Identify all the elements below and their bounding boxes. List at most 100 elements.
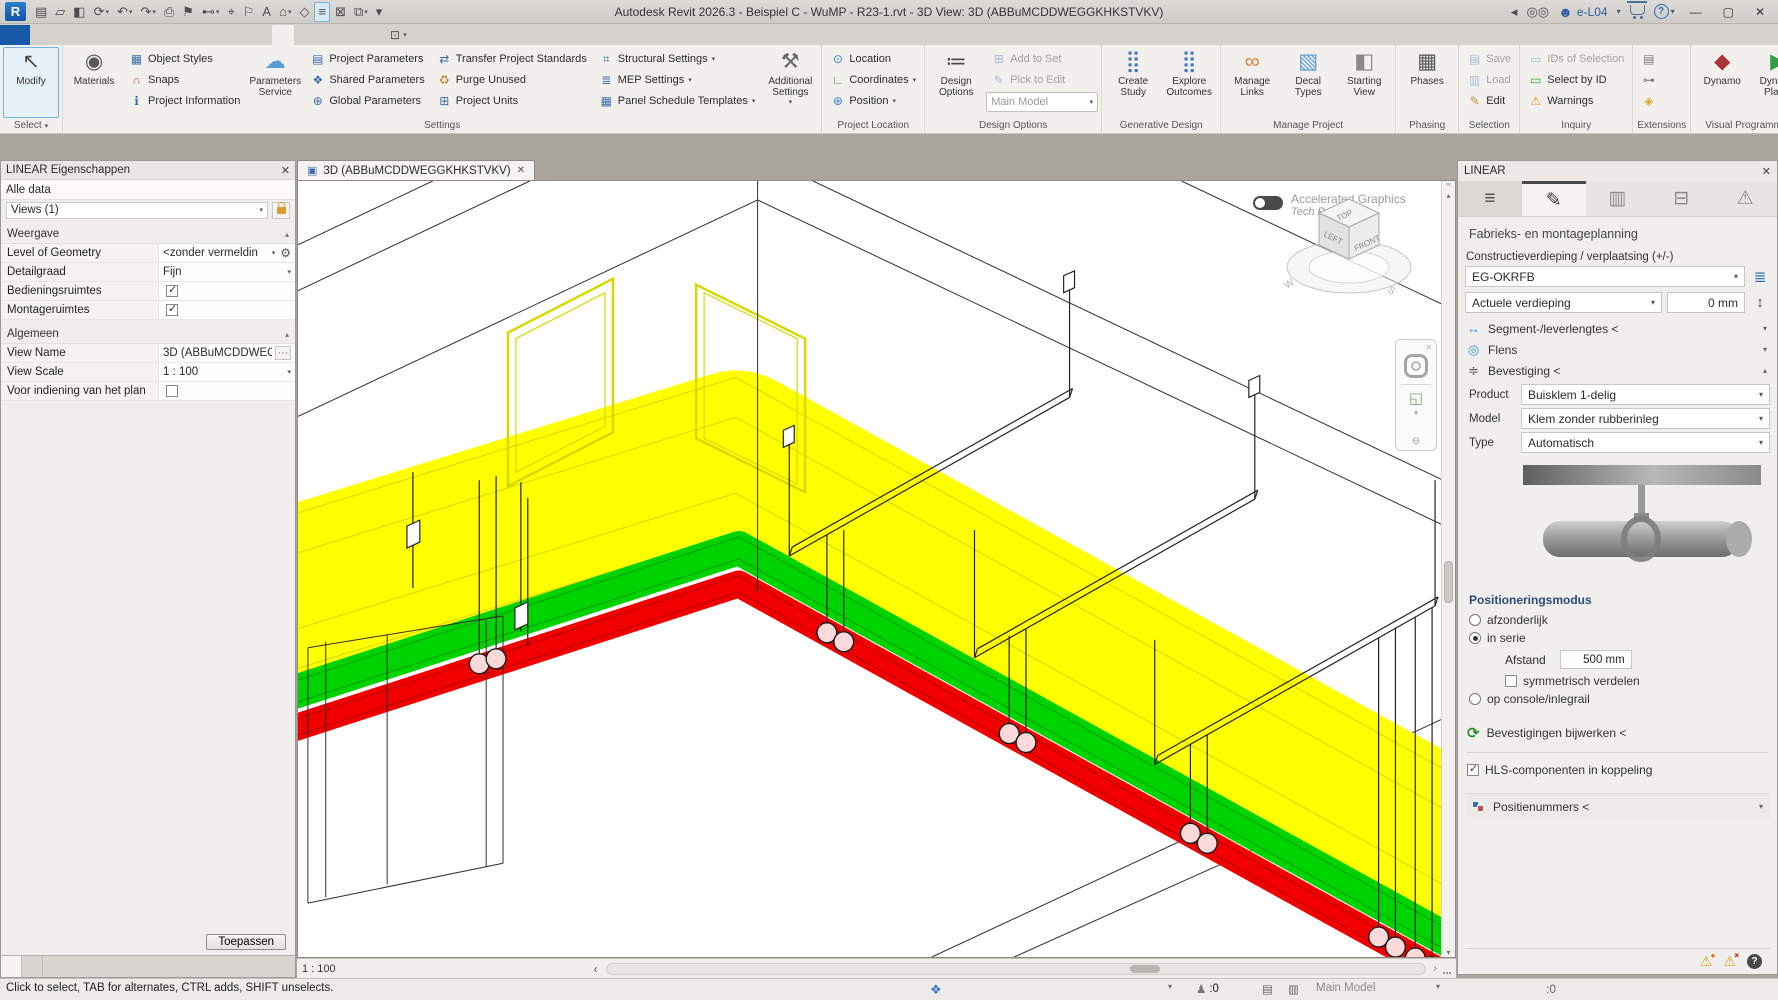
worksets-dropdown-icon[interactable]: ▾ xyxy=(1168,982,1172,991)
steering-wheel-icon[interactable] xyxy=(1404,354,1428,378)
document-tab[interactable]: ▣ 3D (ABBuMCDDWEGGKHKSTVKV) ✕ xyxy=(297,160,535,180)
ribbon-button-snaps[interactable]: ∩ Snaps xyxy=(124,70,245,90)
vertical-scrollbar[interactable]: ≡ ▴ ▾ xyxy=(1441,181,1455,957)
ribbon-button-object-styles[interactable]: ▦ Object Styles xyxy=(124,49,245,69)
ribbon-button-modify[interactable]: ↖ Modify xyxy=(3,47,59,118)
ribbon-button-extension-shield[interactable]: ◈ xyxy=(1636,91,1665,111)
tab-collaborate[interactable] xyxy=(228,25,250,45)
ribbon-button-explore-outcomes[interactable]: ⣿ Explore Outcomes xyxy=(1161,47,1217,118)
radio-afzonderlijk[interactable]: afzonderlijk xyxy=(1469,613,1770,627)
restore-button[interactable]: ▢ xyxy=(1717,5,1740,19)
ribbon-group-label[interactable]: Inquiry xyxy=(1520,118,1632,133)
views-selector[interactable]: Views (1) ▾ xyxy=(6,202,268,219)
tab-systems[interactable] xyxy=(118,25,140,45)
tab-annotate[interactable] xyxy=(162,25,184,45)
ribbon-button-location[interactable]: ⊙ Location xyxy=(825,49,921,69)
storey-select[interactable]: EG-OKRFB ▾ xyxy=(1465,266,1745,287)
ribbon-button-global-parameters[interactable]: ⊕ Global Parameters xyxy=(305,91,429,111)
qat-button-redo[interactable]: ↷ ▾ xyxy=(137,2,158,22)
tab-structure[interactable] xyxy=(52,25,74,45)
ribbon-group-label[interactable]: Settings xyxy=(63,118,821,133)
qat-button-text[interactable]: A xyxy=(259,2,274,22)
ribbon-button-additional-settings[interactable]: ⚒ Additional Settings ▾ xyxy=(762,47,818,118)
qat-button-save[interactable]: ◧ xyxy=(70,2,88,22)
panel-tab-edit[interactable]: ✎ xyxy=(1522,181,1586,216)
ribbon-button-ids-of-selection[interactable]: ▭ IDs of Selection xyxy=(1523,49,1629,69)
collaborate-icon[interactable]: ❖ xyxy=(930,982,942,998)
active-workset-indicator[interactable]: ♟ :0 xyxy=(1196,982,1219,996)
scroll-thumb[interactable] xyxy=(1444,561,1453,603)
view-scale-button[interactable]: 1 : 100 xyxy=(302,963,336,975)
qat-button-print[interactable]: ⎙ xyxy=(161,2,177,22)
chevron-down-icon[interactable]: ▾ xyxy=(1436,982,1440,991)
resize-grip[interactable] xyxy=(1443,964,1451,974)
tab-add-ins[interactable] xyxy=(294,25,316,45)
ribbon-group-label[interactable]: Design Options xyxy=(925,118,1101,133)
ribbon-button-extension-clipboard[interactable]: ▤ xyxy=(1636,49,1665,69)
collapse-icon[interactable]: ‹ xyxy=(594,962,598,976)
bevestiging-row[interactable]: ≑ Bevestiging < ▴ xyxy=(1465,360,1770,381)
ribbon-button-panel-schedule-templates[interactable]: ▦ Panel Schedule Templates ▾ xyxy=(594,91,761,111)
ribbon-button-shared-parameters[interactable]: ❖ Shared Parameters xyxy=(305,70,429,90)
property-row-bedieningsruimtes[interactable]: Bedieningsruimtes xyxy=(1,282,295,301)
store-cart-icon[interactable] xyxy=(1630,5,1645,15)
afstand-input[interactable]: 500 mm xyxy=(1560,650,1632,669)
warning-new-icon[interactable]: ⚠● xyxy=(1700,953,1713,970)
ribbon-display-toggle[interactable]: ⊡ ▾ xyxy=(390,25,407,45)
qat-button-undo[interactable]: ↶ ▾ xyxy=(114,2,135,22)
ribbon-button-select-by-id[interactable]: ▭ Select by ID xyxy=(1523,70,1629,90)
ribbon-button-pick-to-edit[interactable]: ✎ Pick to Edit xyxy=(986,70,1098,90)
tab-analyze[interactable] xyxy=(184,25,206,45)
radio-in-serie[interactable]: in serie xyxy=(1469,631,1770,645)
ribbon-button-parameters-service[interactable]: ☁ Parameters Service xyxy=(247,47,303,118)
panel-tab-menu[interactable]: ≡ xyxy=(1458,181,1522,216)
tab-file[interactable] xyxy=(0,25,30,45)
ribbon-button-add-to-set[interactable]: ⊞ Add to Set xyxy=(986,49,1098,69)
property-row-voor-indiening[interactable]: Voor indiening van het plan xyxy=(1,382,295,401)
ribbon-button-project-parameters[interactable]: ▤ Project Parameters xyxy=(305,49,429,69)
section-weergave[interactable]: Weergave ▴ xyxy=(1,225,295,244)
ribbon-button-structural-settings[interactable]: ⌗ Structural Settings ▾ xyxy=(594,49,761,69)
ribbon-button-create-study[interactable]: ⣿ Create Study xyxy=(1105,47,1161,118)
ribbon-button-project-units[interactable]: ⊞ Project Units xyxy=(432,91,592,111)
search-icon[interactable]: ◎◎ xyxy=(1526,4,1549,20)
tab-massing-site[interactable] xyxy=(206,25,228,45)
revit-logo-icon[interactable]: R xyxy=(5,2,26,21)
account-button[interactable]: ☻ e-L04 xyxy=(1558,4,1607,20)
ribbon-button-materials[interactable]: ◉ Materials xyxy=(66,47,122,118)
lock-button[interactable] xyxy=(272,202,290,219)
view-splitter-icon[interactable]: ≡ xyxy=(1446,181,1450,191)
panel-tab-warnings[interactable]: ⚠ xyxy=(1713,181,1777,216)
apply-button[interactable]: Toepassen xyxy=(206,934,286,950)
ribbon-button-manage-links[interactable]: ∞ Manage Links xyxy=(1224,47,1280,118)
actual-storey-select[interactable]: Actuele verdieping ▾ xyxy=(1465,292,1662,313)
property-row-montageruimtes[interactable]: Montageruimtes xyxy=(1,301,295,320)
symmetric-checkbox-row[interactable]: symmetrisch verdelen xyxy=(1505,674,1770,688)
edit-value-icon[interactable]: ⋯ xyxy=(275,346,291,360)
tab-manage[interactable] xyxy=(272,25,294,45)
scroll-thumb[interactable] xyxy=(1130,965,1160,973)
tab-linear-tools[interactable] xyxy=(338,25,360,45)
ribbon-button-dynamo-player[interactable]: ▶ Dynamo Player xyxy=(1750,47,1778,118)
property-row-view-name[interactable]: View Name 3D (ABBuMCDDWEGGK ⋯ xyxy=(1,344,295,363)
ribbon-button-purge-unused[interactable]: ♻ Purge Unused xyxy=(432,70,592,90)
ribbon-button-extension-workflow[interactable]: ⊶ xyxy=(1636,70,1665,90)
tab-architecture[interactable] xyxy=(30,25,52,45)
ribbon-button-coordinates[interactable]: ∟ Coordinates ▾ xyxy=(825,70,921,90)
design-options-icon[interactable]: ▤ xyxy=(1262,982,1273,996)
alle-data-row[interactable]: Alle data xyxy=(1,180,295,200)
ribbon-button-dynamo[interactable]: ◆ Dynamo xyxy=(1694,47,1750,118)
checkbox[interactable] xyxy=(1467,764,1479,776)
close-icon[interactable]: ✕ xyxy=(281,164,290,177)
viewcube[interactable]: W S TOP LEFT FRONT xyxy=(1271,183,1427,303)
qat-button-aligned-dimension[interactable]: ⌖ xyxy=(224,2,237,22)
ribbon-group-label[interactable]: Select ▾ xyxy=(0,118,62,133)
ribbon-button-design-options[interactable]: ≔ Design Options xyxy=(928,47,984,118)
panel-tab-linear-eigenschappen[interactable] xyxy=(1,956,22,977)
checkbox[interactable] xyxy=(1505,675,1517,687)
radio-op-console[interactable]: op console/inlegrail xyxy=(1469,692,1770,706)
chevron-down-icon[interactable]: ▾ xyxy=(1414,409,1418,417)
ribbon-button-decal-types[interactable]: ▧ Decal Types xyxy=(1280,47,1336,118)
ribbon-group-label[interactable]: Extensions xyxy=(1633,118,1690,133)
checkbox[interactable] xyxy=(166,385,178,397)
